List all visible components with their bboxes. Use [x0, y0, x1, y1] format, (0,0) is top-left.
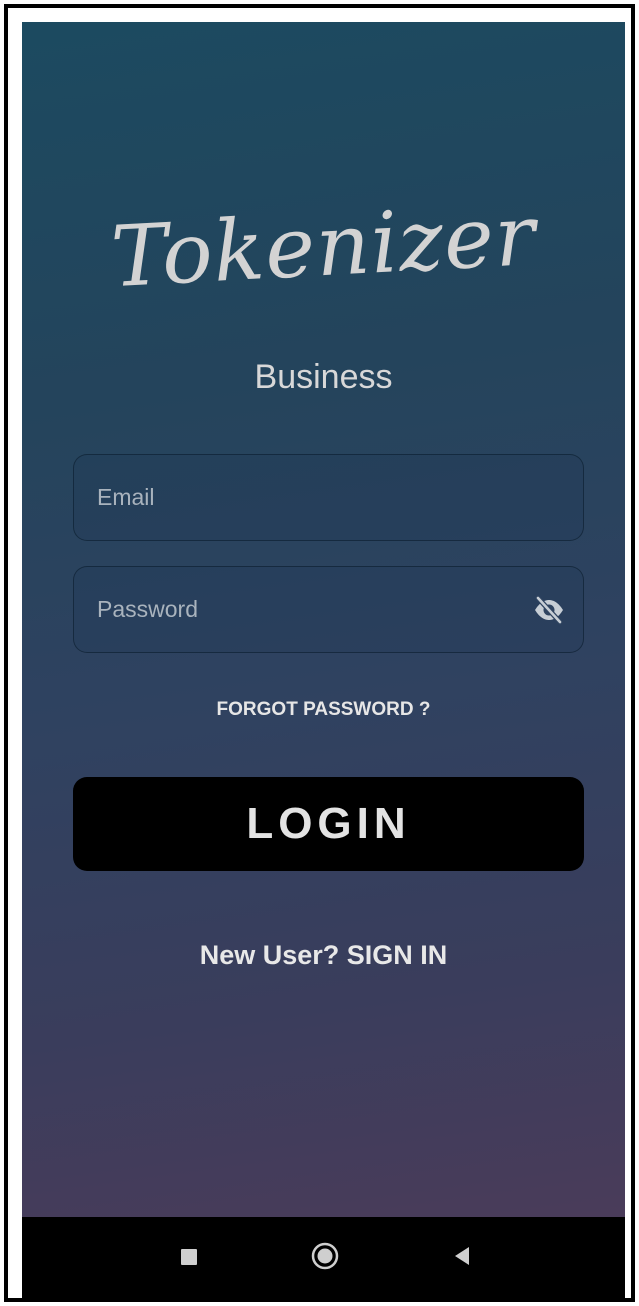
back-icon[interactable] [454, 1246, 470, 1266]
email-field[interactable] [73, 454, 584, 541]
app-logo: Tokenizer [108, 185, 539, 307]
email-input[interactable] [74, 455, 583, 540]
home-icon[interactable] [311, 1242, 339, 1270]
password-input[interactable] [74, 567, 583, 652]
photo-frame: Tokenizer Business FORGOT PASSWORD ? LOG… [4, 4, 635, 1302]
system-nav-bar [22, 1217, 625, 1300]
login-screen: Tokenizer Business FORGOT PASSWORD ? LOG… [22, 22, 625, 1217]
password-field[interactable] [73, 566, 584, 653]
eye-off-icon[interactable] [533, 595, 565, 625]
login-button[interactable]: LOGIN [73, 777, 584, 871]
forgot-password-link[interactable]: FORGOT PASSWORD ? [22, 699, 625, 721]
signup-link[interactable]: New User? SIGN IN [22, 940, 625, 971]
app-subtitle: Business [254, 358, 393, 396]
recents-icon[interactable] [181, 1249, 197, 1265]
device-screen: Tokenizer Business FORGOT PASSWORD ? LOG… [22, 22, 625, 1300]
